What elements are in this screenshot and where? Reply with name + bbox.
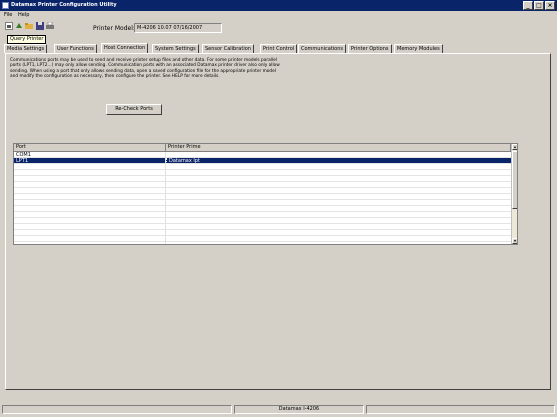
tab-user-functions[interactable]: User Functions [54, 44, 97, 53]
maximize-button[interactable]: □ [534, 1, 544, 10]
menu-help[interactable]: Help [18, 11, 29, 19]
title-bar: Datamax Printer Configuration Utility _ … [0, 0, 557, 11]
status-pane-right [366, 405, 555, 414]
scroll-up-icon[interactable]: ▴ [512, 144, 517, 150]
ports-table[interactable]: Port Printer Prime COM1 LPT1 Datamax lpt… [13, 143, 518, 245]
tab-strip: Media Settings User Functions Host Conne… [4, 43, 554, 53]
printer-model-label: Printer Model: [93, 25, 135, 32]
tab-memory-modules[interactable]: Memory Modules [394, 44, 443, 53]
save-icon[interactable] [36, 22, 44, 30]
status-pane-printer: Datamax I-4206 [234, 405, 364, 414]
query-printer-icon[interactable] [5, 22, 13, 30]
printer-model-field: M-4206 10.07 07/16/2007 [134, 23, 222, 33]
menu-file[interactable]: File [4, 11, 12, 19]
minimize-button[interactable]: _ [523, 1, 533, 10]
status-pane-left [2, 405, 232, 414]
tab-print-control[interactable]: Print Control [260, 44, 298, 53]
vertical-scrollbar[interactable]: ▴ ▾ [511, 144, 517, 244]
open-folder-icon[interactable] [25, 22, 33, 30]
tab-host-connection[interactable]: Host Connection [101, 43, 149, 53]
tab-printer-options[interactable]: Printer Options [348, 44, 392, 53]
scroll-down-icon[interactable]: ▾ [512, 238, 517, 244]
menu-bar: File Help [0, 11, 557, 19]
empty-row [14, 236, 511, 242]
ports-description: Communications ports may be used to send… [10, 58, 280, 80]
window-title: Datamax Printer Configuration Utility [11, 2, 117, 8]
tab-sensor-calibration[interactable]: Sensor Calibration [202, 44, 254, 53]
recheck-ports-button[interactable]: Re-Check Ports [106, 104, 162, 115]
tab-media-settings[interactable]: Media Settings [4, 44, 48, 53]
close-button[interactable]: × [545, 1, 555, 10]
column-divider [165, 152, 166, 244]
print-icon[interactable] [46, 21, 54, 30]
tab-communications[interactable]: Communications [298, 44, 347, 53]
column-header-port[interactable]: Port [14, 144, 166, 151]
status-bar: Datamax I-4206 [0, 404, 557, 417]
app-icon [2, 2, 9, 9]
scroll-thumb[interactable] [512, 151, 517, 209]
table-header: Port Printer Prime [14, 144, 511, 152]
tab-system-settings[interactable]: System Settings [152, 44, 199, 53]
column-header-printer[interactable]: Printer Prime [166, 144, 511, 151]
download-icon[interactable] [15, 22, 23, 30]
toolbar [0, 19, 557, 35]
